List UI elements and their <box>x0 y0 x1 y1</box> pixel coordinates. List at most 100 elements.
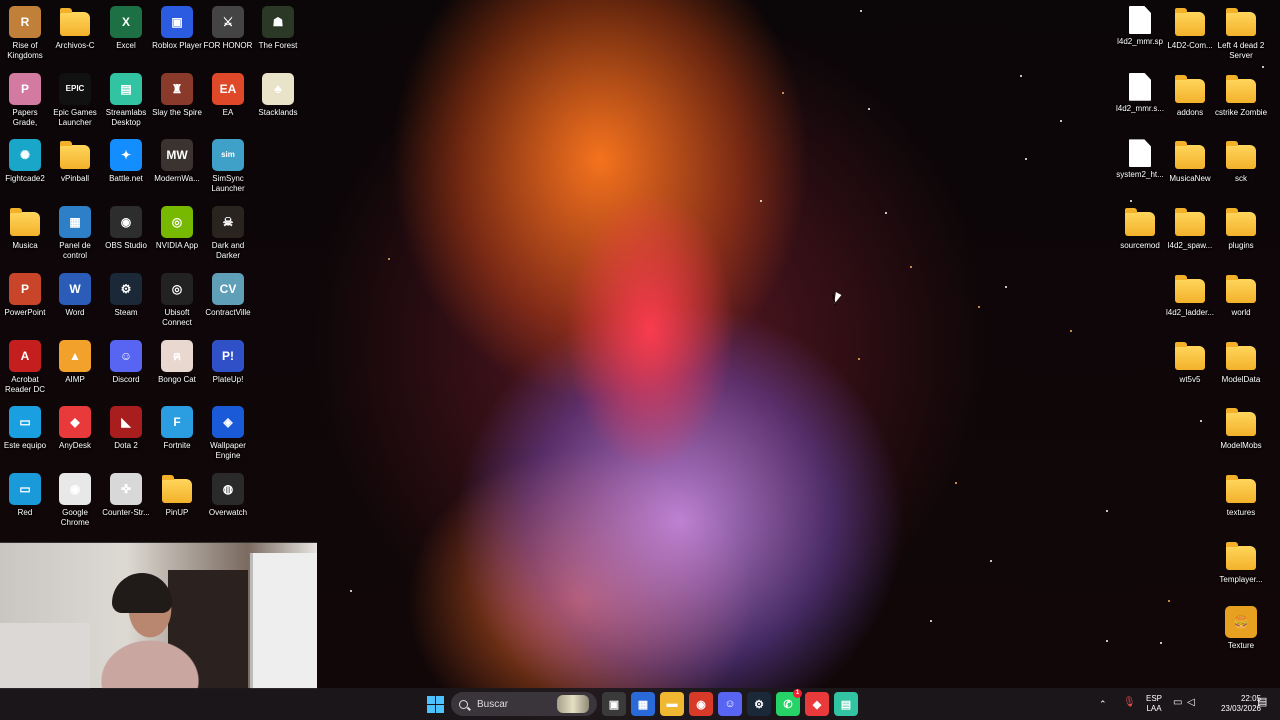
notifications-icon[interactable]: ▤ <box>1257 697 1267 708</box>
microsoft-store-icon[interactable]: ▦ <box>631 692 655 716</box>
desktop-icon[interactable]: system2_ht... <box>1114 135 1166 201</box>
desktop-icon[interactable]: ◆ AnyDesk <box>49 402 101 468</box>
desktop-icon[interactable]: plugins <box>1215 202 1267 268</box>
desktop-icon-label: L4D2-Com... <box>1167 41 1213 50</box>
desktop-icon[interactable]: PinUP <box>151 469 203 535</box>
start-button[interactable] <box>423 692 447 716</box>
desktop-icon[interactable]: ✺ Fightcade2 <box>0 135 51 201</box>
desktop-icon[interactable]: sourcemod <box>1114 202 1166 268</box>
desktop-icon[interactable]: Archivos-C <box>49 2 101 68</box>
desktop-icon[interactable]: ◣ Dota 2 <box>100 402 152 468</box>
folder-icon <box>1226 274 1256 303</box>
anydesk-icon[interactable]: ◆ <box>805 692 829 716</box>
desktop-icon-label: l4d2_spaw... <box>1167 241 1213 251</box>
desktop-icon-label: Steam <box>114 307 138 317</box>
desktop-icon[interactable]: ⚔ FOR HONOR <box>202 2 254 68</box>
desktop-icon[interactable]: ▲ AIMP <box>49 336 101 402</box>
desktop-icon[interactable]: ◎ NVIDIA App <box>151 202 203 268</box>
desktop-icon[interactable]: CV ContractVille <box>202 269 254 335</box>
task-view-icon[interactable]: ▣ <box>602 692 626 716</box>
desktop-icon[interactable]: cstrike Zombie <box>1215 69 1267 135</box>
whatsapp-icon[interactable]: ✆ 1 <box>776 689 802 716</box>
desktop-icon[interactable]: Templayer... <box>1215 536 1267 602</box>
desktop-icon[interactable]: sim SimSync Launcher <box>202 135 254 201</box>
battlenet-icon: ✦ <box>110 139 142 172</box>
chrome-icon[interactable]: ◉ <box>689 692 713 716</box>
desktop-icon[interactable]: ⚙ Steam <box>100 269 152 335</box>
obs-icon: ◉ <box>110 206 142 239</box>
desktop-icon[interactable]: W Word <box>49 269 101 335</box>
desktop-icon[interactable]: ☗ The Forest <box>252 2 304 68</box>
desktop-icon[interactable]: Musica <box>0 202 51 268</box>
desktop-icon[interactable]: ♣ Stacklands <box>252 69 304 135</box>
desktop-icon[interactable]: MW ModernWa... <box>151 135 203 201</box>
desktop-icon[interactable]: P! PlateUp! <box>202 336 254 402</box>
desktop-icon[interactable]: EPIC Epic Games Launcher <box>49 69 101 135</box>
discord-icon[interactable]: ☺ <box>718 692 742 716</box>
volume-icon[interactable]: ◁ <box>1187 698 1195 708</box>
desktop-icon[interactable]: ▤ Streamlabs Desktop <box>100 69 152 135</box>
star <box>1020 75 1022 77</box>
desktop-icon[interactable]: L4D2-Com... <box>1164 2 1216 68</box>
clock[interactable]: 22:05 23/03/2026 <box>1213 694 1261 714</box>
desktop-icon[interactable]: ▣ Roblox Player <box>151 2 203 68</box>
desktop-icon[interactable]: textures <box>1215 469 1267 535</box>
desktop-icon[interactable]: l4d2_mmr.sp <box>1114 2 1166 68</box>
desktop-icon[interactable]: ◉ Google Chrome <box>49 469 101 535</box>
desktop-icon-label: NVIDIA App <box>155 241 199 251</box>
webcam-background-bed <box>0 623 90 689</box>
star <box>868 108 870 110</box>
desktop-icon[interactable]: ฅ Bongo Cat <box>151 336 203 402</box>
show-hidden-icons-chevron-icon[interactable]: ⌃ <box>1099 699 1107 709</box>
fortnite-icon: F <box>161 406 193 439</box>
desktop-icon[interactable]: l4d2_ladder... <box>1164 269 1216 335</box>
language-indicator[interactable]: ESP LAA <box>1143 694 1165 714</box>
desktop-icon[interactable]: F Fortnite <box>151 402 203 468</box>
desktop-icon[interactable]: X Excel <box>100 2 152 68</box>
desktop-icon[interactable]: R Rise of Kingdoms <box>0 2 51 68</box>
microphone-icon[interactable]: 🎙 <box>1123 698 1136 708</box>
desktop-icon[interactable]: EA EA <box>202 69 254 135</box>
desktop-icon-label: Word <box>65 307 85 317</box>
steam-icon[interactable]: ⚙ <box>747 692 771 716</box>
desktop-icon[interactable]: A Acrobat Reader DC <box>0 336 51 402</box>
desktop-icon[interactable]: l4d2_spaw... <box>1164 202 1216 268</box>
file-explorer-icon[interactable]: ▬ <box>660 692 684 716</box>
desktop-icon[interactable]: l4d2_mmr.s... <box>1114 69 1166 135</box>
taskbar-search[interactable]: Buscar <box>451 692 597 716</box>
desktop-icon[interactable]: ✦ Battle.net <box>100 135 152 201</box>
folder-icon <box>1226 74 1256 103</box>
desktop-icon[interactable]: MusicaNew <box>1164 135 1216 201</box>
this-pc-icon: ▭ <box>9 406 41 439</box>
desktop-icon[interactable]: P PowerPoint <box>0 269 51 335</box>
desktop-icon[interactable]: ♜ Slay the Spire <box>151 69 203 135</box>
anydesk-icon: ◆ <box>59 406 91 439</box>
desktop-icon[interactable]: PPapers Grade, Please! <box>0 69 51 135</box>
desktop-icon[interactable]: ▭ Este equipo <box>0 402 51 468</box>
steam-icon: ⚙ <box>110 272 142 305</box>
desktop-icon[interactable]: ◈ Wallpaper Engine <box>202 402 254 468</box>
desktop-icon[interactable]: ✜ Counter-Str... <box>100 469 152 535</box>
star <box>1160 642 1162 644</box>
desktop-icon[interactable]: sck <box>1215 135 1267 201</box>
desktop-icon[interactable]: ◉ OBS Studio <box>100 202 152 268</box>
desktop-icon[interactable]: addons <box>1164 69 1216 135</box>
desktop-icon[interactable]: 🍔 Texture <box>1215 602 1267 668</box>
desktop-icon[interactable]: world <box>1215 269 1267 335</box>
desktop-icon[interactable]: ☺ Discord <box>100 336 152 402</box>
desktop-icon[interactable]: ▦ Panel de control <box>49 202 101 268</box>
desktop-icon[interactable]: ☠ Dark and Darker <box>202 202 254 268</box>
contractville-icon: CV <box>212 272 244 305</box>
desktop-icon[interactable]: ModelMobs <box>1215 402 1267 468</box>
desktop-icon[interactable]: ModelData <box>1215 336 1267 402</box>
streamlabs-icon[interactable]: ▤ <box>834 692 858 716</box>
desktop-icon[interactable]: wt5v5 <box>1164 336 1216 402</box>
desktop-icon[interactable]: ◎ Ubisoft Connect <box>151 269 203 335</box>
desktop-icon-label: PowerPoint <box>4 307 46 317</box>
desktop-icon[interactable]: Left 4 dead 2 Server <box>1215 2 1267 68</box>
desktop-icon[interactable]: ◍ Overwatch <box>202 469 254 535</box>
network-icon[interactable]: ▭ <box>1173 698 1182 708</box>
desktop-icon[interactable]: vPinball <box>49 135 101 201</box>
desktop-icon[interactable]: ▭ Red <box>0 469 51 535</box>
desktop-icon-label: cstrike Zombie <box>1215 107 1267 117</box>
